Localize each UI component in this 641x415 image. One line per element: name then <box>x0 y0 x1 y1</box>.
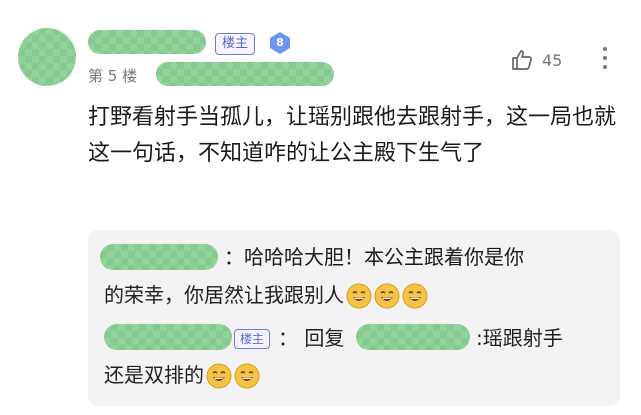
reply-1-line-2-text: 的荣幸，你居然让我跟别人 <box>104 283 344 307</box>
reply-1-line-2: 的荣幸，你居然让我跟别人 <box>104 278 428 313</box>
reply-2-line-2: 还是双排的 <box>104 358 260 393</box>
reply-2-prefix: ： 回复 <box>278 326 345 350</box>
reply-1-line-1: ：哈哈哈大胆！本公主跟着你是你 <box>224 245 524 269</box>
owner-badge: 楼主 <box>215 33 256 55</box>
level-badge-icon: 8 <box>268 31 292 55</box>
more-options-button[interactable] <box>600 44 610 72</box>
more-vertical-icon <box>603 47 607 69</box>
post-content: 打野看射手当孤儿，让瑶别跟他去跟射手，这一局也就这一句话，不知道咋的让公主殿下生… <box>88 105 617 166</box>
grinning-face-icon <box>402 283 428 309</box>
reply-owner-badge: 楼主 <box>234 329 271 349</box>
location-redacted <box>156 62 334 86</box>
reply-username-redacted[interactable] <box>104 324 232 350</box>
grinning-face-icon <box>234 363 260 389</box>
like-button[interactable]: 45 <box>510 48 562 72</box>
level-number: 8 <box>276 36 284 49</box>
grinning-face-icon <box>206 363 232 389</box>
like-count: 45 <box>542 50 563 70</box>
username-redacted[interactable] <box>88 30 206 54</box>
grinning-face-icon <box>346 283 372 309</box>
reply-target-username-redacted[interactable] <box>356 324 470 350</box>
reply-2-suffix: :瑶跟射手 <box>476 326 563 350</box>
user-avatar[interactable] <box>18 28 76 86</box>
grinning-face-icon <box>374 283 400 309</box>
reply-2-line-2-text: 还是双排的 <box>104 363 204 387</box>
floor-label: 第 5 楼 <box>88 67 138 85</box>
thumbs-up-icon <box>512 50 532 70</box>
